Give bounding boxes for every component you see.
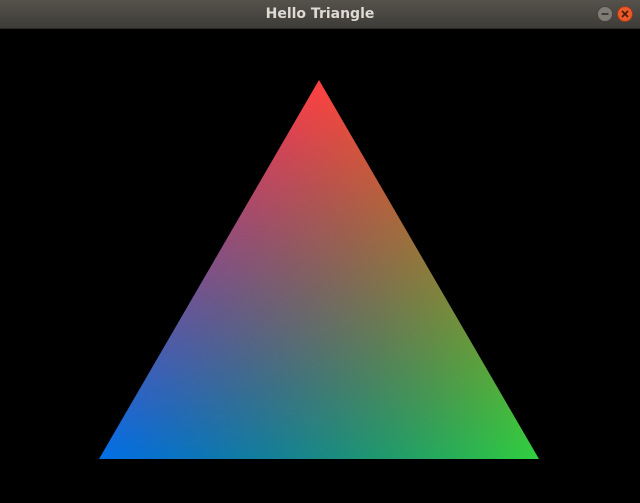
close-icon [621, 10, 629, 18]
minimize-button[interactable] [597, 6, 613, 22]
rgb-triangle [99, 80, 539, 459]
render-canvas[interactable] [0, 29, 640, 503]
app-window: Hello Triangle [0, 0, 640, 503]
triangle-scene [99, 80, 539, 459]
window-title: Hello Triangle [265, 6, 375, 22]
close-button[interactable] [617, 6, 633, 22]
title-bar[interactable]: Hello Triangle [0, 0, 640, 29]
minimize-icon [601, 13, 609, 15]
